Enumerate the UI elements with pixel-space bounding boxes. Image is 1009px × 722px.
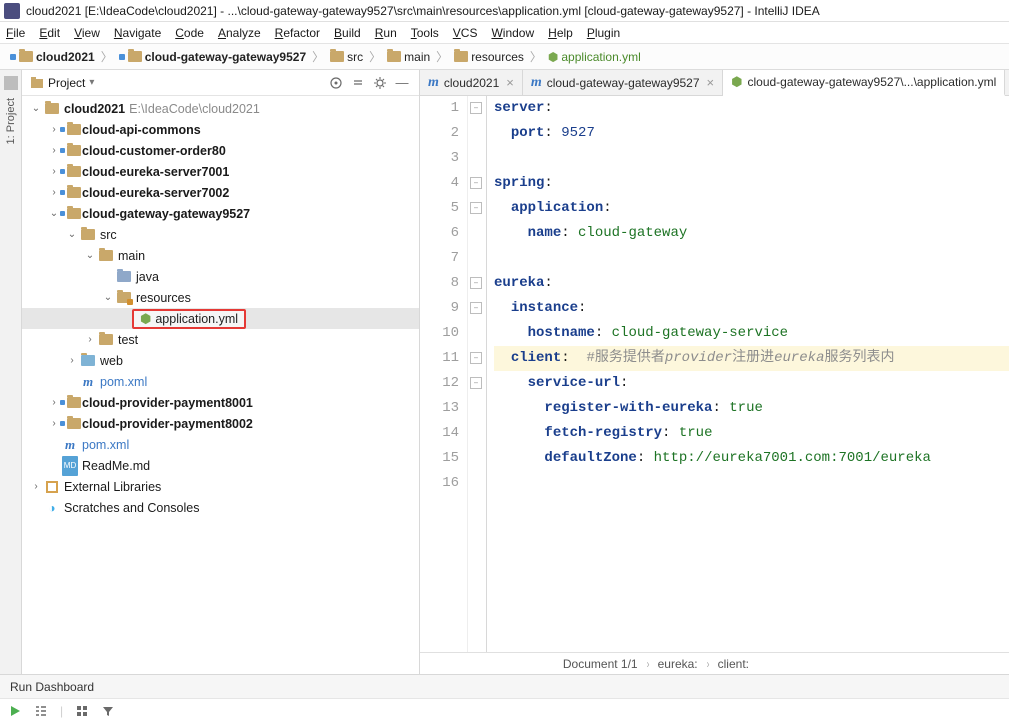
status-path-1[interactable]: client: bbox=[718, 657, 749, 671]
grid-icon[interactable] bbox=[75, 704, 89, 718]
tree-node[interactable]: ›cloud-provider-payment8001 bbox=[22, 392, 419, 413]
breadcrumb-resources[interactable]: resources bbox=[450, 47, 528, 67]
tree-node[interactable]: ›External Libraries bbox=[22, 476, 419, 497]
tree-node[interactable]: ⌄src bbox=[22, 224, 419, 245]
fold-toggle[interactable]: – bbox=[470, 377, 482, 389]
editor-tab[interactable]: mcloud-gateway-gateway9527× bbox=[523, 70, 723, 95]
tree-node[interactable]: java bbox=[22, 266, 419, 287]
menu-analyze[interactable]: Analyze bbox=[218, 26, 261, 40]
code-lines[interactable]: server: port: 9527 spring: application: … bbox=[486, 96, 1009, 652]
fold-column: – – – – – – – bbox=[468, 96, 486, 652]
tree-node[interactable]: ›cloud-customer-order80 bbox=[22, 140, 419, 161]
menu-refactor[interactable]: Refactor bbox=[275, 26, 320, 40]
tree-node[interactable]: ⬢application.yml bbox=[22, 308, 419, 329]
tree-node[interactable]: mpom.xml bbox=[22, 371, 419, 392]
tree-node[interactable]: ⌄resources bbox=[22, 287, 419, 308]
fold-toggle[interactable]: – bbox=[470, 302, 482, 314]
doc-indicator: Document 1/1 bbox=[563, 657, 638, 671]
collapse-all-icon[interactable] bbox=[349, 74, 367, 92]
navigation-bar: cloud2021〉cloud-gateway-gateway9527〉src〉… bbox=[0, 44, 1009, 70]
chevron-icon: › bbox=[706, 657, 709, 671]
line-gutter: 12345678910111213141516 bbox=[420, 96, 468, 652]
tree-node[interactable]: mpom.xml bbox=[22, 434, 419, 455]
workspace: 1: Project Project ▾ — ⌄cloud2021E:\Idea… bbox=[0, 70, 1009, 674]
left-tool-strip: 1: Project bbox=[0, 70, 22, 674]
tree-node[interactable]: ›cloud-eureka-server7001 bbox=[22, 161, 419, 182]
run-icon[interactable] bbox=[8, 704, 22, 718]
app-icon bbox=[4, 3, 20, 19]
tree-node[interactable]: ⌄cloud-gateway-gateway9527 bbox=[22, 203, 419, 224]
chevron-icon: 〉 bbox=[312, 48, 324, 65]
breadcrumb-src[interactable]: src bbox=[326, 47, 367, 67]
project-panel: Project ▾ — ⌄cloud2021E:\IdeaCode\cloud2… bbox=[22, 70, 420, 674]
project-icon bbox=[30, 76, 44, 90]
tree-node[interactable]: ›cloud-provider-payment8002 bbox=[22, 413, 419, 434]
close-icon[interactable]: × bbox=[506, 75, 514, 90]
editor-area: mcloud2021×mcloud-gateway-gateway9527×⬢c… bbox=[420, 70, 1009, 674]
menu-build[interactable]: Build bbox=[334, 26, 361, 40]
tree-node[interactable]: ›cloud-api-commons bbox=[22, 119, 419, 140]
chevron-icon: › bbox=[646, 657, 649, 671]
tree-node[interactable]: ◑Scratches and Consoles bbox=[22, 497, 419, 518]
chevron-icon: 〉 bbox=[436, 48, 448, 65]
tree-node[interactable]: ›test bbox=[22, 329, 419, 350]
window-title: cloud2021 [E:\IdeaCode\cloud2021] - ...\… bbox=[26, 4, 820, 18]
project-tool-icon[interactable] bbox=[4, 76, 18, 90]
fold-toggle[interactable]: – bbox=[470, 352, 482, 364]
project-panel-header: Project ▾ — bbox=[22, 70, 419, 96]
tree-node[interactable]: ›cloud-eureka-server7002 bbox=[22, 182, 419, 203]
breadcrumb-main[interactable]: main bbox=[383, 47, 434, 67]
fold-toggle[interactable]: – bbox=[470, 202, 482, 214]
title-bar: cloud2021 [E:\IdeaCode\cloud2021] - ...\… bbox=[0, 0, 1009, 22]
filter-icon[interactable] bbox=[101, 704, 115, 718]
project-panel-title-text: Project bbox=[48, 76, 85, 90]
chevron-icon: 〉 bbox=[369, 48, 381, 65]
editor-status-bar: Document 1/1 › eureka: › client: bbox=[420, 652, 1009, 674]
menu-navigate[interactable]: Navigate bbox=[114, 26, 161, 40]
run-dashboard-header[interactable]: Run Dashboard bbox=[0, 674, 1009, 698]
menu-tools[interactable]: Tools bbox=[411, 26, 439, 40]
hide-icon[interactable]: — bbox=[393, 74, 411, 92]
menu-bar: File Edit View Navigate Code Analyze Refactor B… bbox=[0, 22, 1009, 44]
close-icon[interactable]: × bbox=[707, 75, 715, 90]
status-path-0[interactable]: eureka: bbox=[658, 657, 698, 671]
menu-code[interactable]: Code bbox=[175, 26, 204, 40]
chevron-icon: 〉 bbox=[530, 48, 542, 65]
fold-toggle[interactable]: – bbox=[470, 102, 482, 114]
menu-window[interactable]: Window bbox=[491, 26, 534, 40]
project-panel-title[interactable]: Project ▾ bbox=[30, 76, 323, 90]
menu-edit[interactable]: Edit bbox=[39, 26, 60, 40]
tree-view-icon[interactable] bbox=[34, 704, 48, 718]
menu-plugin[interactable]: Plugin bbox=[587, 26, 620, 40]
menu-file[interactable]: File bbox=[6, 26, 25, 40]
chevron-icon: 〉 bbox=[101, 48, 113, 65]
dropdown-icon: ▾ bbox=[89, 77, 94, 88]
settings-icon[interactable] bbox=[371, 74, 389, 92]
fold-toggle[interactable]: – bbox=[470, 177, 482, 189]
tree-node[interactable]: ›web bbox=[22, 350, 419, 371]
breadcrumb-application-yml[interactable]: ⬢application.yml bbox=[544, 47, 645, 67]
editor-tab[interactable]: ⬢cloud-gateway-gateway9527\...\applicati… bbox=[723, 70, 1005, 96]
menu-help[interactable]: Help bbox=[548, 26, 573, 40]
run-dashboard-label: Run Dashboard bbox=[10, 680, 94, 694]
sidebar-label[interactable]: 1: Project bbox=[5, 98, 17, 144]
breadcrumb-cloud2021[interactable]: cloud2021 bbox=[6, 47, 99, 67]
editor-tab[interactable]: mcloud2021× bbox=[420, 70, 523, 95]
tree-node[interactable]: ⌄main bbox=[22, 245, 419, 266]
breadcrumb-cloud-gateway-gateway9527[interactable]: cloud-gateway-gateway9527 bbox=[115, 47, 310, 67]
project-tree[interactable]: ⌄cloud2021E:\IdeaCode\cloud2021›cloud-ap… bbox=[22, 96, 419, 674]
editor-tabs: mcloud2021×mcloud-gateway-gateway9527×⬢c… bbox=[420, 70, 1009, 96]
run-dashboard-toolbar: | bbox=[0, 698, 1009, 722]
menu-view[interactable]: View bbox=[74, 26, 100, 40]
tree-node[interactable]: ⌄cloud2021E:\IdeaCode\cloud2021 bbox=[22, 98, 419, 119]
menu-vcs[interactable]: VCS bbox=[453, 26, 478, 40]
fold-toggle[interactable]: – bbox=[470, 277, 482, 289]
tree-node[interactable]: MDReadMe.md bbox=[22, 455, 419, 476]
menu-run[interactable]: Run bbox=[375, 26, 397, 40]
code-editor[interactable]: 12345678910111213141516 – – – – – – – server: … bbox=[420, 96, 1009, 652]
locate-icon[interactable] bbox=[327, 74, 345, 92]
